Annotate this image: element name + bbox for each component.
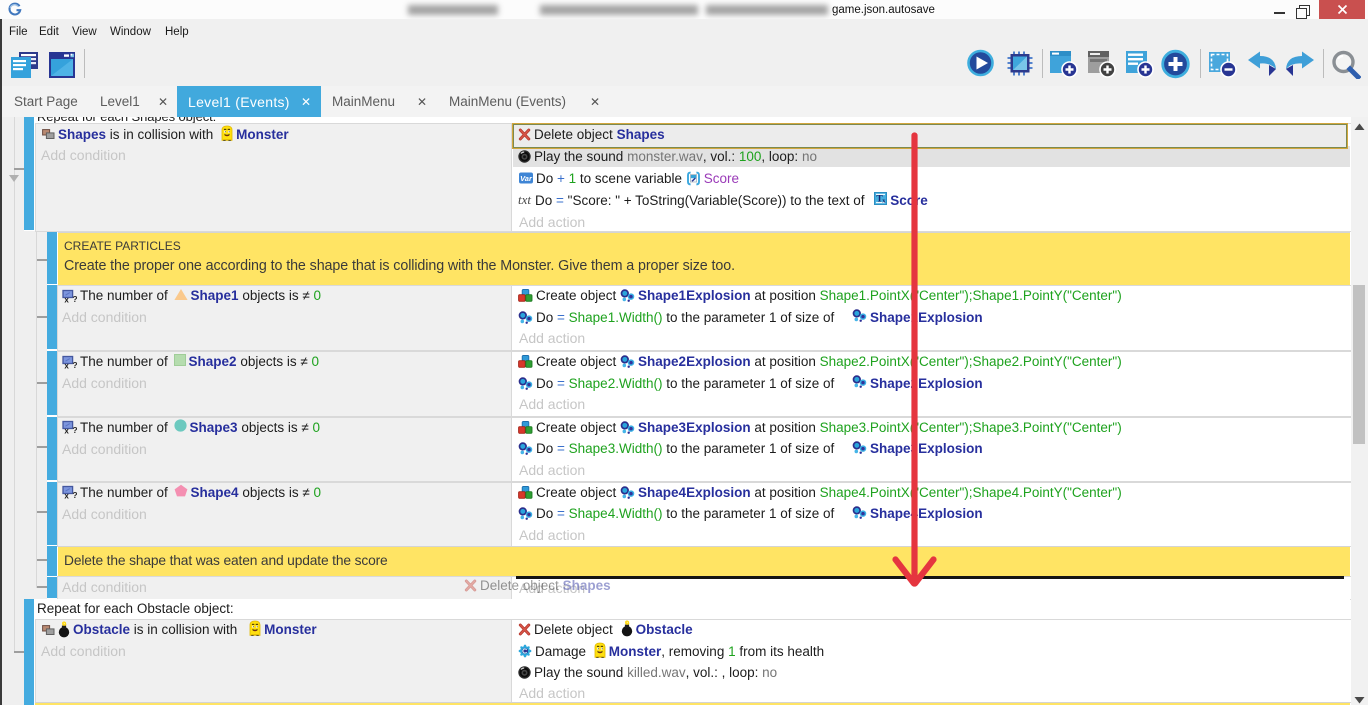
svg-text:x: x	[64, 427, 69, 434]
svg-text:?: ?	[72, 360, 77, 369]
svg-text:Var: Var	[520, 174, 533, 183]
svg-text:?: ?	[72, 425, 77, 434]
svg-text:?: ?	[72, 490, 77, 499]
svg-text:?: ?	[72, 294, 77, 303]
svg-text:x: x	[64, 361, 69, 368]
svg-text:x: x	[64, 492, 69, 499]
svg-text:x: x	[64, 295, 69, 302]
